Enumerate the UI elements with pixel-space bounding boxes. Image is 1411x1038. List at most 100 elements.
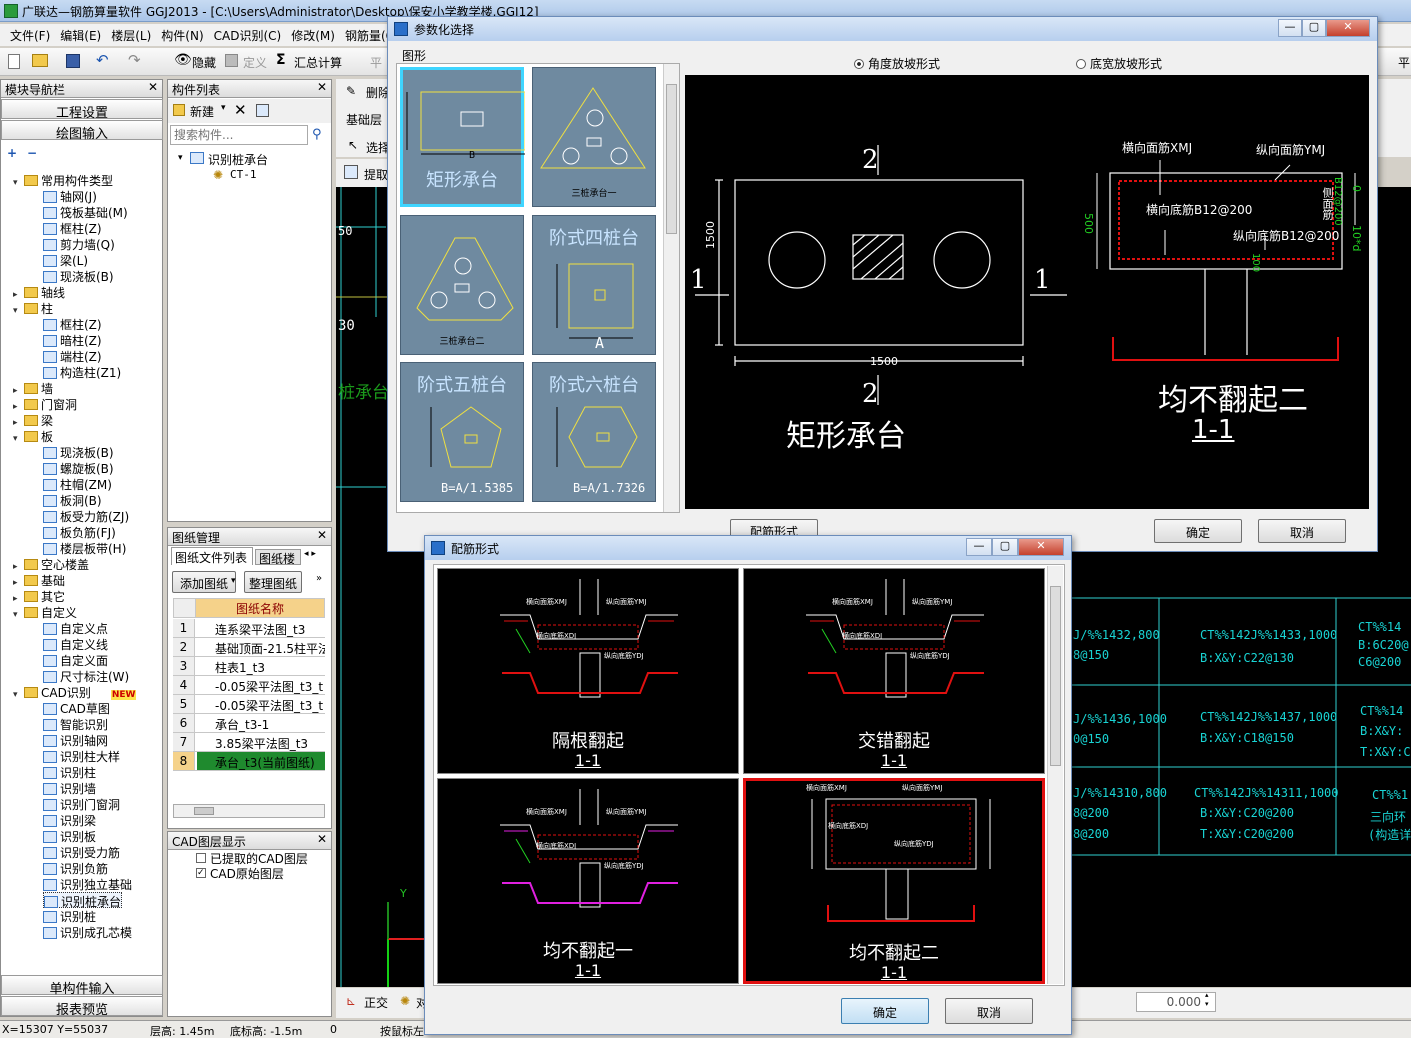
tab-scroll-icon[interactable]: ◂ ▸ — [304, 549, 316, 559]
nav-tree-item[interactable]: 自定义点 — [43, 620, 108, 636]
nav-tree-item[interactable]: 现浇板(B) — [43, 268, 114, 284]
new-file-icon[interactable] — [8, 54, 20, 69]
radio-bottom-width[interactable]: 底宽放坡形式 — [1076, 55, 1162, 72]
checkbox-original[interactable]: ✓ — [196, 868, 206, 878]
nav-tree-item[interactable]: 构造柱(Z1) — [43, 364, 121, 380]
minimize-button[interactable]: — — [966, 538, 992, 556]
more-icon[interactable]: » — [316, 573, 322, 584]
flat-button[interactable]: 平 — [370, 54, 382, 71]
nav-tree-item[interactable]: CAD草图 — [43, 700, 110, 716]
drawing-row[interactable]: 7 3.85梁平法图_t3 — [173, 733, 325, 752]
sort-drawing-button[interactable]: 整理图纸 — [244, 571, 302, 593]
tree-toggle-icon[interactable]: ▾ — [13, 178, 22, 188]
close-icon[interactable]: ✕ — [148, 80, 158, 94]
shape-thumb[interactable]: 三桩承台一 — [532, 67, 656, 207]
tree-toggle-icon[interactable]: ▾ — [178, 153, 183, 163]
tree-toggle-icon[interactable]: ▾ — [13, 690, 22, 700]
rebar-option[interactable]: 均不翻起一 1-1 横向面筋XMJ 纵向面筋YMJ 横向底筋XDJ 纵向底筋YDJ — [437, 778, 739, 984]
nav-tree-item[interactable]: ▾ 板 — [13, 428, 53, 444]
hscroll[interactable] — [173, 804, 325, 818]
single-input-button[interactable]: 单构件输入 — [1, 975, 163, 997]
tab-drawing-files[interactable]: 图纸文件列表 — [171, 547, 253, 565]
nav-tree-item[interactable]: 识别梁 — [43, 812, 96, 828]
menu-edit[interactable]: 编辑(E) — [50, 24, 101, 44]
nav-tree-item[interactable]: 识别成孔芯模 — [43, 924, 132, 940]
flat-button-right[interactable]: 平 — [1398, 54, 1410, 71]
param-cancel-button[interactable]: 取消 — [1258, 519, 1346, 543]
gallery-scrollbar[interactable] — [663, 64, 679, 512]
tree-toggle-icon[interactable]: ▸ — [13, 290, 22, 300]
param-ok-button[interactable]: 确定 — [1154, 519, 1242, 543]
hide-button[interactable]: 隐藏 — [192, 54, 216, 71]
expand-all-icon[interactable]: + — [7, 146, 17, 160]
rebar-ok-button[interactable]: 确定 — [841, 998, 929, 1024]
tree-toggle-icon[interactable]: ▸ — [13, 578, 22, 588]
project-settings-button[interactable]: 工程设置 — [1, 99, 163, 121]
nav-tree-item[interactable]: 框柱(Z) — [43, 316, 102, 332]
undo-icon[interactable]: ↶ — [96, 51, 109, 69]
search-input[interactable] — [170, 125, 308, 145]
nav-tree-item[interactable]: ▾ 常用构件类型 — [13, 172, 113, 188]
tree-toggle-icon[interactable]: ▸ — [13, 594, 22, 604]
drawing-row[interactable]: 6 承台_t3-1 — [173, 714, 325, 733]
nav-tree-item[interactable]: 识别受力筋 — [43, 844, 120, 860]
nav-tree-item[interactable]: 柱帽(ZM) — [43, 476, 112, 492]
rebar-scrollbar[interactable] — [1047, 566, 1063, 984]
nav-tree-item[interactable]: ▾ 柱 — [13, 300, 53, 316]
menu-file[interactable]: 文件(F) — [0, 24, 50, 44]
close-icon[interactable]: ✕ — [317, 528, 327, 542]
maximize-button[interactable]: ▢ — [992, 538, 1018, 556]
drawing-row[interactable]: 3 柱表1_t3 — [173, 657, 325, 676]
close-icon[interactable]: ✕ — [317, 832, 327, 846]
drawing-row[interactable]: 8 承台_t3(当前图纸) — [173, 752, 325, 771]
chevron-down-icon[interactable]: ▾ — [221, 103, 226, 113]
nav-tree-item[interactable]: ▸ 梁 — [13, 412, 53, 428]
shape-thumb[interactable]: 阶式五桩台 B=A/1.5385 — [400, 362, 524, 502]
nav-tree-item[interactable]: 尺寸标注(W) — [43, 668, 129, 684]
nav-tree-item[interactable]: 暗柱(Z) — [43, 332, 102, 348]
rebar-option[interactable]: 隔根翻起 1-1 横向面筋XMJ 纵向面筋YMJ 横向底筋XDJ 纵向底筋YDJ — [437, 568, 739, 774]
extract-button[interactable]: 提取 — [364, 166, 388, 183]
nav-tree-item[interactable]: 识别门窗洞 — [43, 796, 120, 812]
nav-tree-item[interactable]: ▸ 空心楼盖 — [13, 556, 89, 572]
shape-thumb[interactable]: 矩形承台 B — [400, 67, 525, 207]
tree-toggle-icon[interactable]: ▾ — [13, 610, 22, 620]
open-folder-icon[interactable] — [32, 54, 48, 67]
report-preview-button[interactable]: 报表预览 — [1, 996, 163, 1018]
nav-tree-item[interactable]: ▸ 门窗洞 — [13, 396, 77, 412]
layer-original[interactable]: CAD原始图层 — [210, 865, 284, 882]
new-button[interactable]: 新建 — [190, 103, 214, 120]
sum-calc-button[interactable]: 汇总计算 — [294, 54, 342, 71]
menu-component[interactable]: 构件(N) — [151, 24, 203, 44]
close-icon[interactable]: ✕ — [317, 80, 327, 94]
nav-tree-item[interactable]: 识别轴网 — [43, 732, 108, 748]
nav-tree-item[interactable]: 楼层板带(H) — [43, 540, 126, 556]
spin-input[interactable]: 0.000 — [1136, 992, 1216, 1012]
spin-arrows-icon[interactable]: ▴ ▾ — [1205, 991, 1209, 1009]
nav-tree-item[interactable]: ▸ 轴线 — [13, 284, 65, 300]
close-button[interactable]: ✕ — [1018, 538, 1064, 556]
shape-thumb[interactable]: 阶式四桩台 A — [532, 215, 656, 355]
radio-angle[interactable]: 角度放坡形式 — [854, 55, 940, 72]
minimize-button[interactable]: — — [1278, 19, 1302, 37]
complist-child[interactable]: CT-1 — [230, 168, 257, 181]
copy-icon[interactable] — [256, 104, 269, 117]
tree-toggle-icon[interactable]: ▸ — [13, 418, 22, 428]
nav-tree-item[interactable]: 端柱(Z) — [43, 348, 102, 364]
nav-tree-item[interactable]: 识别负筋 — [43, 860, 108, 876]
nav-tree-item[interactable]: 识别柱大样 — [43, 748, 120, 764]
nav-tree-item[interactable]: 自定义面 — [43, 652, 108, 668]
menu-modify[interactable]: 修改(M) — [281, 24, 335, 44]
drawing-row[interactable]: 2 基础顶面-21.5柱平法 — [173, 638, 325, 657]
nav-tree-item[interactable]: 框柱(Z) — [43, 220, 102, 236]
tab-drawing-floors[interactable]: 图纸楼 — [255, 549, 301, 565]
ortho-toggle[interactable]: 正交 — [364, 994, 388, 1011]
nav-tree-item[interactable]: 自定义线 — [43, 636, 108, 652]
nav-tree-item[interactable]: 智能识别 — [43, 716, 108, 732]
nav-tree-item[interactable]: ▾ 自定义 — [13, 604, 77, 620]
save-icon[interactable] — [66, 54, 80, 68]
nav-tree-item[interactable]: 轴网(J) — [43, 188, 97, 204]
menu-floor[interactable]: 楼层(L) — [101, 24, 151, 44]
nav-tree-item[interactable]: ▸ 墙 — [13, 380, 53, 396]
nav-tree-item[interactable]: 识别独立基础 — [43, 876, 132, 892]
